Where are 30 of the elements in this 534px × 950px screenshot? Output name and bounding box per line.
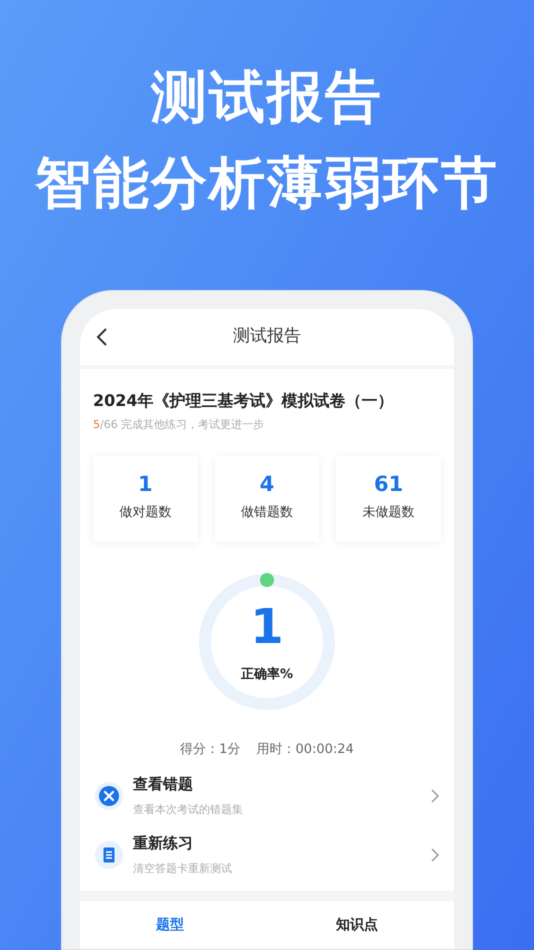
exam-title: 2024年《护理三基考试》模拟试卷（一） (93, 390, 395, 412)
action-subtitle: 查看本次考试的错题集 (133, 802, 244, 818)
stat-label: 做错题数 (240, 504, 293, 522)
action-title: 重新练习 (133, 833, 194, 854)
accuracy-label: 正确率% (240, 666, 294, 684)
score-text: 得分：1分 (180, 740, 240, 758)
action-row[interactable]: 查看错题 查看本次考试的错题集 (93, 773, 441, 818)
document-icon (95, 840, 123, 868)
close-circle-icon (95, 782, 123, 810)
stat-label: 未做题数 (362, 504, 415, 522)
exam-hint: 5/66 完成其他练习，考试更进一步 (93, 417, 266, 433)
ring-dot-icon (260, 572, 274, 586)
chevron-right-icon (431, 848, 439, 862)
action-row[interactable]: 重新练习 清空答题卡重新测试 (93, 832, 441, 877)
accuracy-value: 1 (250, 602, 284, 651)
time-text: 用时：00:00:24 (256, 740, 354, 758)
action-subtitle: 清空答题卡重新测试 (133, 860, 233, 876)
nav-title: 测试报告 (233, 325, 301, 348)
back-icon[interactable] (96, 327, 108, 347)
chevron-right-icon (431, 788, 439, 802)
tab[interactable]: 题型 (156, 915, 184, 936)
done-count: 5 (93, 418, 100, 431)
action-title: 查看错题 (133, 774, 194, 795)
stat-value: 1 (138, 474, 153, 496)
headline: 智能分析薄弱环节 (35, 150, 499, 218)
stat-value: 4 (260, 474, 274, 496)
stat-value: 61 (374, 474, 404, 496)
tab[interactable]: 知识点 (336, 915, 378, 936)
headline: 测试报告 (151, 64, 383, 132)
stat-label: 做对题数 (119, 504, 172, 522)
